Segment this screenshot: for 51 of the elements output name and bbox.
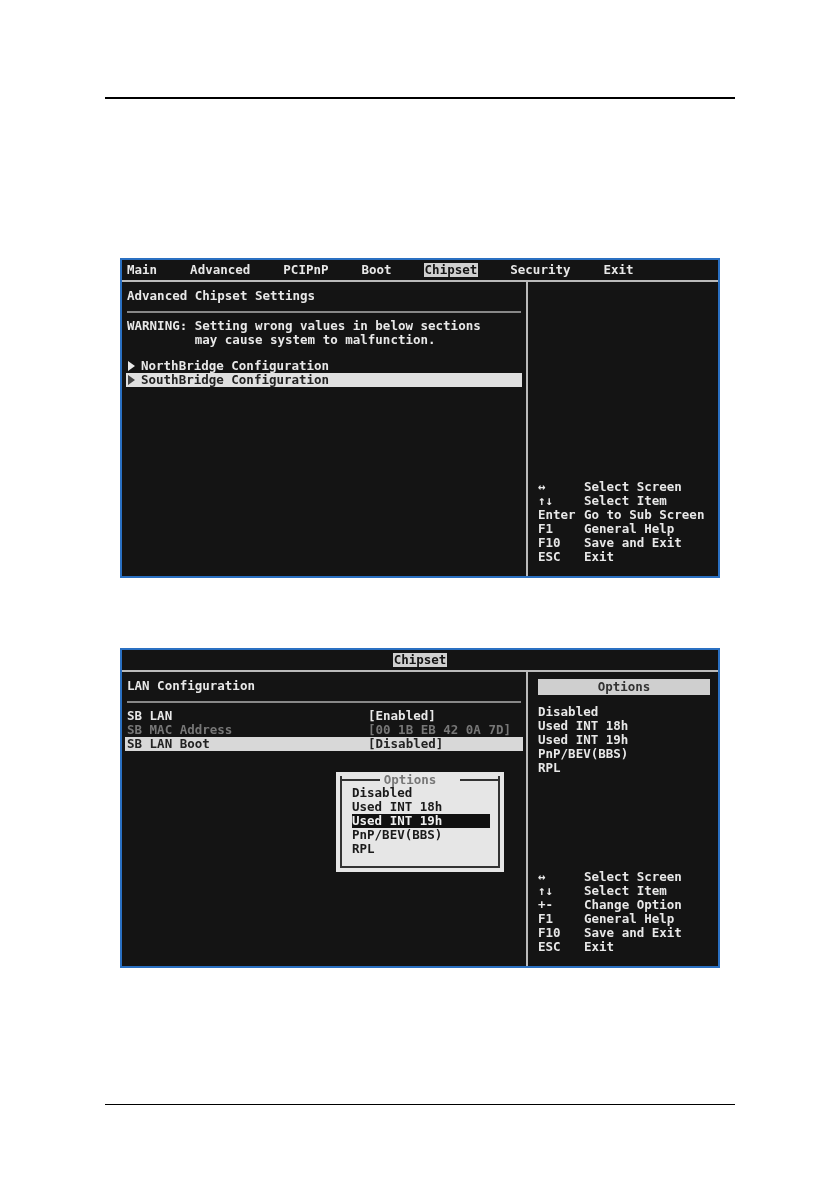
key-label: F1 bbox=[538, 912, 555, 926]
key-action: Exit bbox=[584, 550, 615, 564]
key-label: ↑↓ bbox=[538, 884, 555, 898]
key-label: ESC bbox=[538, 550, 562, 564]
popup-option[interactable]: PnP/BEV(BBS) bbox=[352, 828, 488, 842]
key-label: ↔ bbox=[538, 870, 547, 884]
option-text: Disabled bbox=[538, 705, 600, 719]
key-label: ↔ bbox=[538, 480, 547, 494]
key-label: ESC bbox=[538, 940, 562, 954]
key-label: F1 bbox=[538, 522, 555, 536]
key-action: General Help bbox=[584, 522, 675, 536]
option-text: PnP/BEV(BBS) bbox=[538, 747, 630, 761]
option-text: Used INT 18h bbox=[538, 719, 630, 733]
popup-option[interactable]: Disabled bbox=[352, 786, 488, 800]
key-label: F10 bbox=[538, 536, 562, 550]
key-label: Enter bbox=[538, 508, 577, 522]
option-text: RPL bbox=[538, 761, 562, 775]
popup-title: Options bbox=[383, 774, 437, 786]
menu-tab[interactable]: Boot bbox=[360, 263, 393, 277]
key-action: Go to Sub Screen bbox=[584, 508, 705, 522]
key-action: General Help bbox=[584, 912, 675, 926]
menu-tab[interactable]: Chipset bbox=[423, 263, 479, 277]
menu-tab[interactable]: Chipset bbox=[392, 653, 448, 667]
popup-option[interactable]: Used INT 19h bbox=[352, 814, 490, 828]
key-label: +- bbox=[538, 898, 555, 912]
option-text: Used INT 19h bbox=[538, 733, 630, 747]
key-action: Save and Exit bbox=[584, 926, 682, 940]
key-label: F10 bbox=[538, 926, 562, 940]
options-header: Options bbox=[538, 679, 710, 695]
section-title: Advanced Chipset Settings bbox=[126, 287, 317, 305]
key-action: Save and Exit bbox=[584, 536, 682, 550]
popup-option[interactable]: RPL bbox=[352, 842, 488, 856]
popup-option[interactable]: Used INT 18h bbox=[352, 800, 488, 814]
setting-row[interactable]: SB LAN [Enabled] bbox=[125, 709, 523, 723]
key-action: Select Item bbox=[584, 884, 667, 898]
key-action: Select Screen bbox=[584, 480, 682, 494]
submenu-item[interactable]: SouthBridge Configuration bbox=[126, 373, 522, 387]
key-action: Select Item bbox=[584, 494, 667, 508]
key-action: Select Screen bbox=[584, 870, 682, 884]
menu-tab[interactable]: PCIPnP bbox=[282, 263, 330, 277]
key-label: ↑↓ bbox=[538, 494, 555, 508]
key-action: Exit bbox=[584, 940, 615, 954]
warning-text: WARNING: Setting wrong values in below sections may cause system to malfunction. bbox=[126, 319, 482, 347]
selected-setting-row[interactable]: SB LAN Boot [Disabled] bbox=[125, 737, 523, 751]
menu-tab[interactable]: Main bbox=[126, 263, 159, 277]
key-action: Change Option bbox=[584, 898, 682, 912]
submenu-item[interactable]: NorthBridge Configuration bbox=[126, 359, 522, 373]
menu-tab[interactable]: Advanced bbox=[189, 263, 252, 277]
menu-tab[interactable]: Security bbox=[509, 263, 572, 277]
section-title: LAN Configuration bbox=[126, 677, 256, 695]
menu-tab[interactable]: Exit bbox=[602, 263, 635, 277]
